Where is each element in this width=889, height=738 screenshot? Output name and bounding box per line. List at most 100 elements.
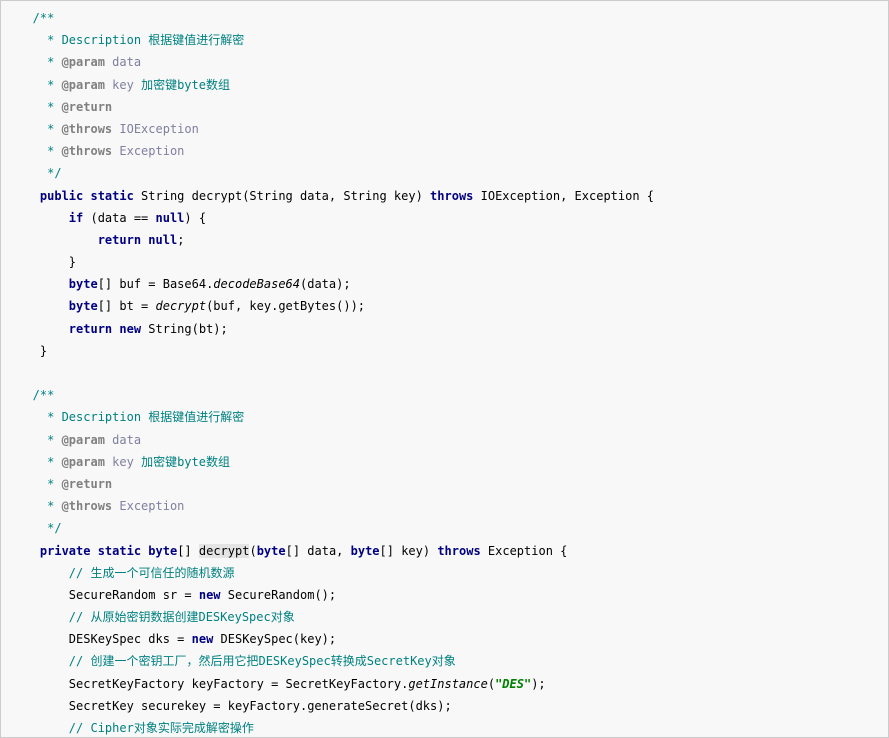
code-text: [] data, (286, 544, 351, 558)
code-line: * @param key 加密键byte数组 (3, 74, 886, 96)
code-text: } (11, 344, 47, 358)
javadoc-tag-param: @param (62, 55, 105, 69)
indent (11, 654, 69, 668)
code-line: * @return (3, 473, 886, 495)
indent (11, 566, 69, 580)
kw-new: new (199, 588, 221, 602)
kw-throws: throws (430, 189, 473, 203)
code-line: SecureRandom sr = new SecureRandom(); (3, 584, 886, 606)
indent (11, 610, 69, 624)
code-text: DESKeySpec(key); (213, 632, 336, 646)
code-text: } (11, 255, 76, 269)
javadoc-star: * (11, 477, 62, 491)
javadoc-tag-throws: @throws (62, 122, 113, 136)
javadoc-star: * (11, 144, 62, 158)
javadoc-tag-return: @return (62, 477, 113, 491)
line-comment: // 创建一个密钥工厂，然后用它把DESKeySpec转换成SecretKey对… (69, 654, 456, 668)
code-text: (buf, key.getBytes()); (206, 299, 365, 313)
code-line: private static byte[] decrypt(byte[] dat… (3, 540, 886, 562)
code-line: // 从原始密钥数据创建DESKeySpec对象 (3, 606, 886, 628)
code-line: if (data == null) { (3, 207, 886, 229)
kw-return-new: return new (69, 322, 141, 336)
code-text: String(bt); (141, 322, 228, 336)
code-line (3, 362, 886, 384)
kw-if: if (69, 211, 83, 225)
code-line: /** (3, 384, 886, 406)
code-text: SecureRandom(); (221, 588, 337, 602)
code-line: * @return (3, 96, 886, 118)
code-line: // 创建一个密钥工厂，然后用它把DESKeySpec转换成SecretKey对… (3, 650, 886, 672)
kw-throws: throws (437, 544, 480, 558)
kw-null: null (156, 211, 185, 225)
indent (11, 544, 40, 558)
javadoc-text: * Description (11, 410, 148, 424)
code-line: * @throws Exception (3, 495, 886, 517)
code-line: * @param data (3, 51, 886, 73)
code-text: ; (177, 233, 184, 247)
code-text: (data == (83, 211, 155, 225)
javadoc-star: * (11, 499, 62, 513)
javadoc-star: * (11, 455, 62, 469)
code-text: SecretKeyFactory keyFactory = SecretKeyF… (11, 677, 408, 691)
code-line: SecretKey securekey = keyFactory.generat… (3, 695, 886, 717)
code-line: * @param data (3, 429, 886, 451)
code-block: /** * Description 根据键值进行解密 * @param data… (0, 0, 889, 738)
javadoc-star: * (11, 433, 62, 447)
indent (11, 211, 69, 225)
code-line: public static String decrypt(String data… (3, 185, 886, 207)
method-call: decodeBase64 (213, 277, 300, 291)
kw-byte: byte (351, 544, 380, 558)
code-line: DESKeySpec dks = new DESKeySpec(key); (3, 628, 886, 650)
kw-byte: byte (257, 544, 286, 558)
code-line: */ (3, 162, 886, 184)
code-line: * Description 根据键值进行解密 (3, 406, 886, 428)
code-line: * @throws Exception (3, 140, 886, 162)
code-text: ( (249, 544, 256, 558)
javadoc-end: */ (11, 521, 62, 535)
code-text: Exception { (481, 544, 568, 558)
code-text: [] key) (380, 544, 438, 558)
indent (11, 233, 98, 247)
blank-line (11, 366, 18, 380)
javadoc-tag-throws: @throws (62, 499, 113, 513)
code-line: } (3, 251, 886, 273)
javadoc-param-name: key (105, 455, 141, 469)
line-comment: // 从原始密钥数据创建DESKeySpec对象 (69, 610, 295, 624)
code-line: // 生成一个可信任的随机数源 (3, 562, 886, 584)
javadoc-param-name: data (105, 433, 141, 447)
indent (11, 299, 69, 313)
indent (11, 277, 69, 291)
method-name-highlight: decrypt (199, 544, 250, 558)
indent (11, 721, 69, 735)
code-text: [] bt = (98, 299, 156, 313)
kw-byte: byte (69, 299, 98, 313)
code-text: [] buf = Base64. (98, 277, 214, 291)
code-line: /** (3, 7, 886, 29)
code-line: } (3, 340, 886, 362)
javadoc-star: * (11, 55, 62, 69)
code-line: SecretKeyFactory keyFactory = SecretKeyF… (3, 673, 886, 695)
code-text: ); (531, 677, 545, 691)
sig-text: String decrypt(String data, String key) (134, 189, 430, 203)
javadoc-tag-param: @param (62, 433, 105, 447)
javadoc-star: * (11, 78, 62, 92)
code-text: SecretKey securekey = keyFactory.generat… (11, 699, 452, 713)
kw-return-null: return null (98, 233, 177, 247)
javadoc-param-desc: 加密键byte数组 (141, 78, 230, 92)
javadoc-star: * (11, 100, 62, 114)
code-text: SecureRandom sr = (11, 588, 199, 602)
javadoc-desc: 根据键值进行解密 (148, 410, 244, 424)
method-call: decrypt (156, 299, 207, 313)
javadoc-text: * Description (11, 33, 148, 47)
javadoc-end: */ (11, 166, 62, 180)
javadoc-tag-return: @return (62, 100, 113, 114)
code-text: ) { (184, 211, 206, 225)
javadoc-throws-type: Exception (112, 499, 184, 513)
method-call: getInstance (408, 677, 487, 691)
code-text: ( (488, 677, 495, 691)
code-line: byte[] buf = Base64.decodeBase64(data); (3, 273, 886, 295)
javadoc-tag-throws: @throws (62, 144, 113, 158)
javadoc-tag-param: @param (62, 78, 105, 92)
kw-private-static-byte: private static byte (40, 544, 177, 558)
javadoc-start: /** (11, 388, 54, 402)
